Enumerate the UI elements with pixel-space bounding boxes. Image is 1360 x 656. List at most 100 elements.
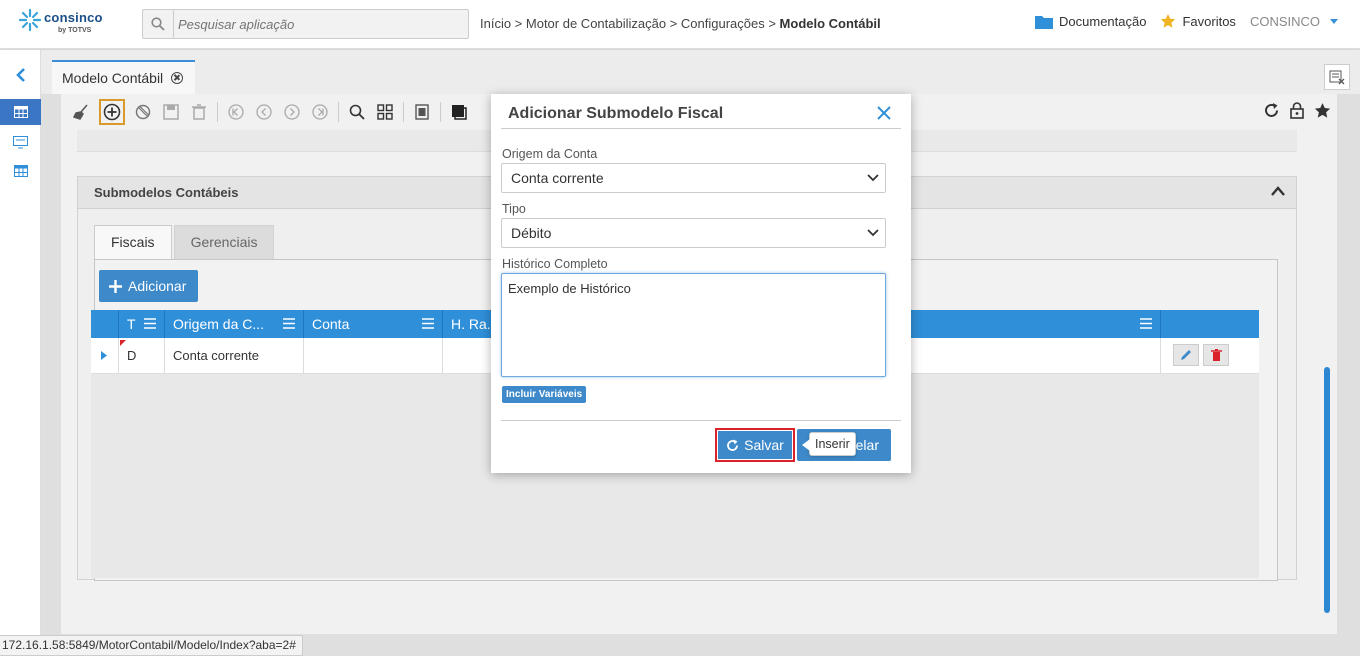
search-input[interactable] — [173, 10, 463, 38]
column-label: T — [127, 316, 136, 332]
table-icon — [13, 165, 28, 177]
dialog-title: Adicionar Submodelo Fiscal — [508, 105, 724, 122]
browser-status-url: 172.16.1.58:5849/MotorContabil/Modelo/In… — [0, 635, 303, 656]
delete-record-button[interactable] — [189, 102, 209, 122]
cell-origem: Conta corrente — [165, 338, 304, 374]
first-record-button[interactable] — [226, 102, 246, 122]
cell-actions — [1161, 338, 1259, 374]
historico-label: Histórico Completo — [502, 257, 608, 271]
lock-icon[interactable] — [1290, 102, 1304, 119]
logo-subtext: by TOTVS — [58, 27, 92, 34]
close-tab-icon[interactable] — [171, 72, 184, 84]
grid-icon — [377, 104, 393, 120]
trash-icon — [192, 104, 206, 120]
tab-modelo-contabil[interactable]: Modelo Contábil — [52, 60, 195, 94]
cell-tipo-value: D — [127, 348, 137, 363]
grid-header-origem[interactable]: Origem da C... — [165, 310, 304, 338]
save-record-button[interactable] — [161, 102, 181, 122]
tipo-label: Tipo — [502, 202, 526, 216]
first-icon — [228, 104, 244, 120]
toolbar-divider — [440, 102, 441, 122]
sidebar-item-grid[interactable] — [0, 158, 41, 184]
tipo-value: Débito — [511, 225, 552, 241]
save-button[interactable]: Salvar — [715, 428, 795, 462]
tab-gerenciais[interactable]: Gerenciais — [173, 225, 275, 259]
favorites-link[interactable]: Favoritos — [1160, 13, 1236, 29]
origem-value: Conta corrente — [511, 170, 604, 186]
search-box[interactable] — [142, 9, 469, 39]
plus-circle-icon — [103, 103, 121, 121]
collapse-sidebar-button[interactable] — [0, 62, 41, 88]
breadcrumb-path[interactable]: Início > Motor de Contabilização > Confi… — [480, 16, 780, 31]
vertical-scrollbar[interactable] — [1324, 367, 1330, 613]
tipo-select[interactable]: Débito — [501, 218, 886, 248]
chevron-right-icon — [284, 104, 300, 120]
breadcrumb-current: Modelo Contábil — [779, 16, 881, 31]
dialog-divider — [501, 128, 901, 129]
grid-header-tipo[interactable]: T — [119, 310, 165, 338]
edit-row-button[interactable] — [1173, 344, 1199, 366]
add-record-button[interactable] — [99, 99, 125, 125]
trash-icon — [1210, 349, 1222, 361]
previous-record-button[interactable] — [254, 102, 274, 122]
favorites-label: Favoritos — [1182, 13, 1236, 29]
historico-textarea[interactable]: Exemplo de Histórico — [501, 273, 886, 377]
user-menu[interactable]: CONSINCO — [1250, 14, 1338, 29]
column-label: Origem da C... — [173, 316, 265, 332]
pencil-icon — [1181, 350, 1191, 360]
search-icon — [349, 104, 365, 120]
record-toolbar — [71, 98, 469, 126]
ban-icon — [135, 104, 151, 120]
sidebar-item-monitor[interactable] — [0, 129, 41, 155]
breadcrumb: Início > Motor de Contabilização > Confi… — [480, 16, 881, 31]
refresh-icon[interactable] — [1263, 102, 1280, 119]
chevron-down-icon — [1330, 18, 1338, 24]
add-label: Adicionar — [128, 278, 187, 294]
grid-view-button[interactable] — [375, 102, 395, 122]
star-icon[interactable] — [1314, 102, 1331, 119]
chevron-down-icon — [867, 174, 879, 182]
origem-label: Origem da Conta — [502, 147, 598, 161]
dialog-footer-divider — [501, 420, 901, 421]
header-actions: Documentação Favoritos CONSINCO — [1035, 13, 1338, 29]
origem-select[interactable]: Conta corrente — [501, 163, 886, 193]
next-record-button[interactable] — [282, 102, 302, 122]
form-icon — [415, 104, 429, 120]
tab-fiscais[interactable]: Fiscais — [94, 225, 172, 259]
left-sidebar — [0, 50, 41, 656]
toolbar-divider — [217, 102, 218, 122]
documentation-label: Documentação — [1059, 13, 1147, 29]
consinco-logo[interactable]: consinco by TOTVS — [18, 8, 128, 40]
logo-text: consinco — [44, 10, 103, 25]
grid-header-conta[interactable]: Conta — [304, 310, 443, 338]
cancel-record-button[interactable] — [133, 102, 153, 122]
column-menu-icon[interactable] — [283, 318, 295, 329]
chevron-up-icon[interactable] — [1270, 185, 1286, 197]
close-icon[interactable] — [875, 104, 893, 122]
form-view-button[interactable] — [412, 102, 432, 122]
delete-row-button[interactable] — [1203, 344, 1229, 366]
sidebar-item-modelo[interactable] — [0, 99, 41, 125]
refresh-icon — [727, 439, 739, 451]
last-record-button[interactable] — [310, 102, 330, 122]
tab-label: Modelo Contábil — [62, 70, 164, 86]
toolbar-right-actions — [1263, 102, 1331, 119]
search-record-button[interactable] — [347, 102, 367, 122]
incluir-variaveis-button[interactable]: Incluir Variáveis — [502, 386, 587, 403]
column-menu-icon[interactable] — [422, 318, 434, 329]
top-header: consinco by TOTVS Início > Motor de Cont… — [0, 0, 1360, 49]
page-tab-bar: Modelo Contábil — [41, 50, 1360, 94]
add-submodel-dialog: Adicionar Submodelo Fiscal Origem da Con… — [491, 94, 911, 473]
column-menu-icon[interactable] — [144, 318, 156, 329]
cell-tipo: D — [119, 338, 165, 374]
add-submodel-button[interactable]: Adicionar — [99, 270, 199, 302]
clear-button[interactable] — [71, 102, 91, 122]
panel-tabs: Fiscais Gerenciais — [94, 225, 275, 259]
window-options-button[interactable] — [1324, 64, 1350, 90]
documentation-link[interactable]: Documentação — [1035, 14, 1146, 29]
copy-record-button[interactable] — [449, 102, 469, 122]
expand-row-button[interactable] — [91, 338, 119, 374]
folder-icon — [1035, 15, 1054, 29]
column-menu-icon[interactable] — [1140, 318, 1152, 329]
last-icon — [312, 104, 328, 120]
